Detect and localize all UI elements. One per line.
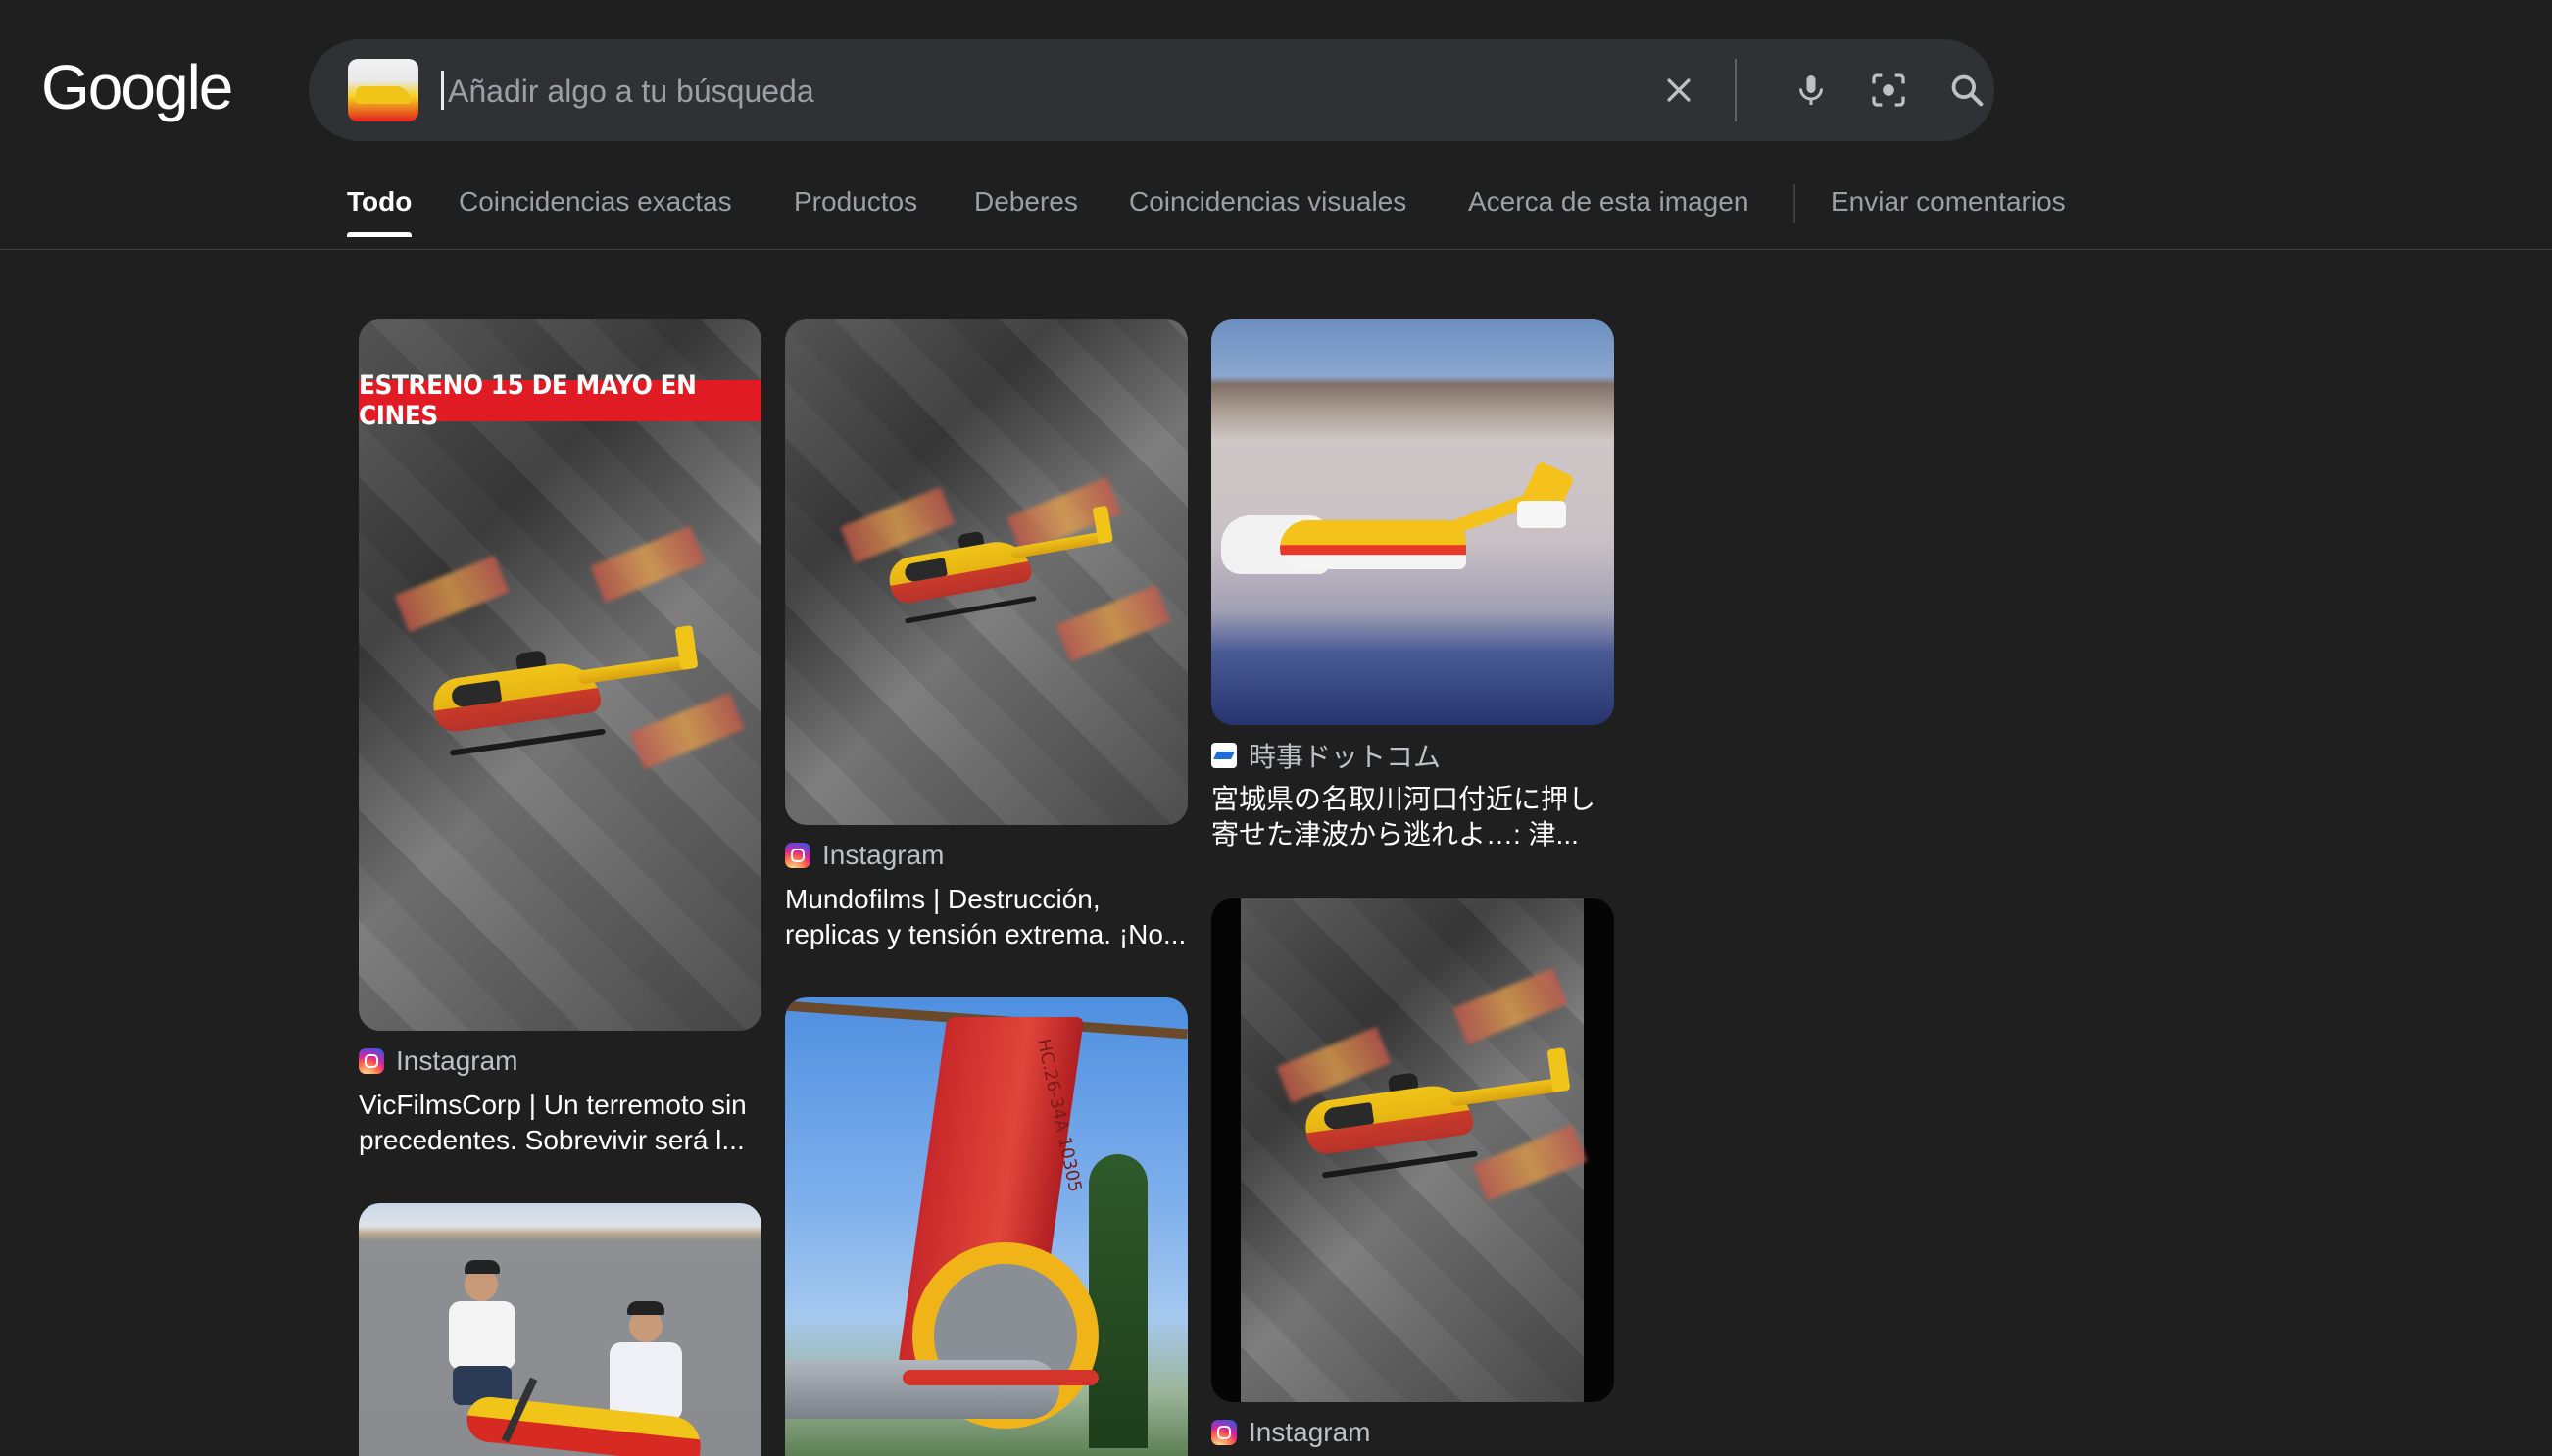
instagram-icon (785, 843, 810, 868)
tab-homework[interactable]: Deberes (974, 186, 1078, 233)
result-title[interactable]: VicFilmsCorp | Un terremoto sin preceden… (359, 1088, 761, 1158)
result-card[interactable]: HC.26-34A 10305 (785, 997, 1188, 1456)
source-name: 時事ドットコム (1249, 742, 1442, 772)
image-detail (903, 1370, 1099, 1385)
image-detail (465, 1260, 500, 1274)
result-image[interactable] (1211, 898, 1614, 1402)
image-detail (394, 555, 510, 633)
source-name: Instagram (1249, 1417, 1371, 1447)
image-detail (590, 525, 706, 604)
tab-about-image[interactable]: Acerca de esta imagen (1468, 186, 1748, 233)
search-bar-divider (1735, 59, 1737, 121)
image-detail (1241, 898, 1588, 1402)
image-detail (1089, 1154, 1148, 1448)
result-image[interactable] (1211, 319, 1614, 725)
result-source[interactable]: Instagram (785, 839, 1188, 872)
result-source[interactable]: Instagram (1211, 1416, 1614, 1449)
google-logo[interactable]: Google (41, 51, 233, 123)
text-caret (441, 71, 444, 110)
image-detail (1280, 520, 1466, 569)
tab-exact-matches[interactable]: Coincidencias exactas (459, 186, 732, 233)
jiji-icon (1211, 743, 1237, 768)
image-detail (1276, 1026, 1392, 1104)
tab-separator (1793, 184, 1795, 223)
image-detail (627, 1301, 664, 1315)
image-detail (610, 1342, 682, 1421)
image-detail (1517, 501, 1566, 528)
search-image-thumbnail[interactable] (348, 59, 418, 121)
image-detail (629, 692, 745, 770)
result-source[interactable]: 時事ドットコム (1211, 739, 1614, 772)
result-image[interactable]: ESTRENO 15 DE MAYO EN CINES (359, 319, 761, 1031)
result-image[interactable] (785, 319, 1188, 825)
close-icon[interactable] (1649, 61, 1708, 120)
instagram-icon (359, 1048, 384, 1074)
instagram-icon (1211, 1420, 1237, 1445)
microphone-icon[interactable] (1782, 61, 1840, 120)
source-name: Instagram (822, 840, 945, 870)
result-card[interactable]: Instagram Mundofilms | Destrucción, repl… (785, 319, 1188, 952)
result-source[interactable]: Instagram (359, 1044, 761, 1078)
tab-products[interactable]: Productos (794, 186, 917, 233)
result-card[interactable]: 時事ドットコム 宮城県の名取川河口付近に押し寄せた津波から逃れよ…: 津... (1211, 319, 1614, 852)
search-input[interactable] (446, 57, 1469, 125)
image-detail (449, 1301, 515, 1370)
tab-visual-matches[interactable]: Coincidencias visuales (1129, 186, 1406, 233)
search-bar[interactable] (309, 39, 1994, 141)
result-card[interactable]: ESTRENO 15 DE MAYO EN CINES Instagram Vi… (359, 319, 761, 1158)
image-banner-text: ESTRENO 15 DE MAYO EN CINES (359, 370, 761, 431)
image-detail (1055, 584, 1171, 662)
image-detail (785, 1360, 1059, 1419)
send-feedback-link[interactable]: Enviar comentarios (1831, 186, 2066, 233)
image-detail (1452, 967, 1568, 1045)
result-card[interactable] (359, 1203, 761, 1456)
lens-camera-icon[interactable] (1859, 61, 1918, 120)
result-title[interactable]: Mundofilms | Destrucción, replicas y ten… (785, 882, 1188, 952)
result-card[interactable]: Instagram (1211, 898, 1614, 1449)
result-image[interactable] (359, 1203, 761, 1456)
result-title[interactable]: 宮城県の名取川河口付近に押し寄せた津波から逃れよ…: 津... (1211, 782, 1614, 852)
tab-todo[interactable]: Todo (347, 186, 413, 237)
image-detail (1472, 1124, 1588, 1202)
header-divider (0, 249, 2552, 250)
search-icon[interactable] (1938, 61, 1996, 120)
source-name: Instagram (396, 1045, 518, 1076)
result-image[interactable]: HC.26-34A 10305 (785, 997, 1188, 1456)
